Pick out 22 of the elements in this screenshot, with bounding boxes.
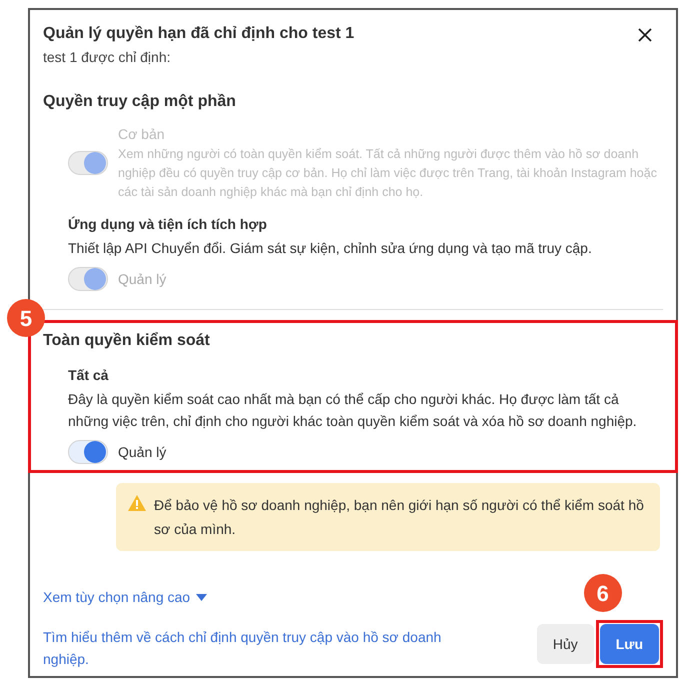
advanced-options-link[interactable]: Xem tùy chọn nâng cao: [43, 587, 190, 608]
section-heading: Quyền truy cập một phần: [43, 92, 237, 112]
step-marker: 6: [584, 574, 622, 612]
warning-icon: [128, 495, 146, 511]
toggle-label: Quản lý: [118, 442, 166, 462]
dialog-subtitle: test 1 được chỉ định:: [43, 48, 172, 67]
permission-description: Đây là quyền kiểm soát cao nhất mà bạn có thể cấp cho người khác. Họ được làm tất cả những việc trên, chỉ định cho người khác toàn quyền kiểm soát và xóa hồ sơ doanh nghiệp.: [68, 390, 638, 431]
permission-description: Thiết lập API Chuyển đổi. Giám sát sự kiện, chỉnh sửa ứng dụng và tạo mã truy cập.: [68, 239, 593, 258]
save-button[interactable]: Lưu: [600, 624, 659, 664]
caret-icon[interactable]: [196, 594, 208, 601]
permission-description: Xem những người có toàn quyền kiểm soát. Tất cả những người được thêm vào hồ sơ doanh nghiệp đều có quyền truy cập cơ bản. Họ chỉ làm việc được trên Trang, tài khoản Instagram hoặc các tài sản doanh nghiệp khác mà bạn chỉ định cho họ.: [118, 146, 658, 201]
toggle-switch[interactable]: [68, 440, 108, 464]
toggle-label: Quản lý: [118, 270, 166, 289]
section-heading: Toàn quyền kiểm soát: [43, 331, 211, 351]
dialog-title: Quản lý quyền hạn đã chỉ định cho test 1: [43, 24, 354, 44]
permission-title: Cơ bản: [118, 125, 166, 144]
learn-more-link[interactable]: Tìm hiểu thêm về cách chỉ định quyền truy cập vào hồ sơ doanh nghiệp.: [43, 626, 483, 670]
permission-title: Ứng dụng và tiện ích tích hợp: [68, 215, 268, 234]
warning-text: Để bảo vệ hồ sơ doanh nghiệp, bạn nên giới hạn số người có thể kiểm soát hồ sơ của mình.: [154, 496, 645, 539]
cancel-button[interactable]: Hủy: [536, 624, 594, 664]
close-icon[interactable]: [637, 27, 653, 43]
permission-title: Tất cả: [68, 366, 110, 385]
